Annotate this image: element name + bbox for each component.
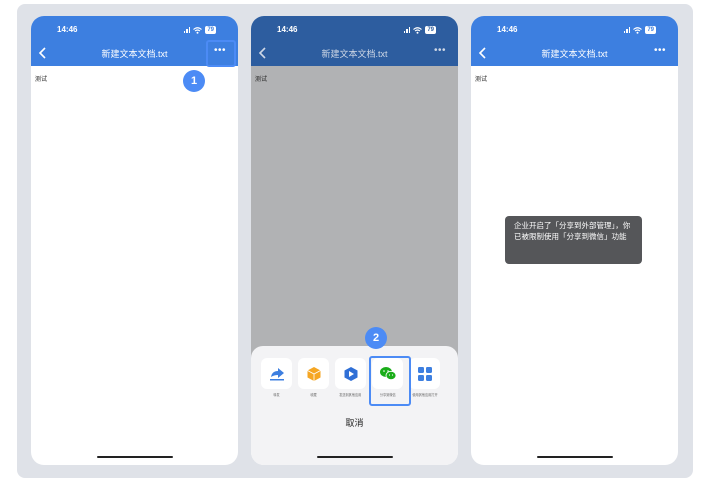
dim-overlay[interactable] <box>251 66 458 366</box>
step-badge-1: 1 <box>183 70 205 92</box>
document-content: 测试 <box>35 77 48 83</box>
collect-icon <box>298 358 329 389</box>
phone-screen-1: 14:46 79 新建文本文档.txt ••• 测试 <box>31 16 238 465</box>
wifi-icon <box>413 26 423 34</box>
battery-icon: 79 <box>645 26 656 34</box>
status-time: 14:46 <box>497 25 518 34</box>
highlight-wechat-option <box>369 356 411 406</box>
share-option-collect[interactable]: 收藏 <box>298 358 329 398</box>
share-options: 转发 收藏 发送到其他应用 分享到微信 使用其他应用打开 <box>261 358 440 398</box>
share-option-open-with[interactable]: 使用其他应用打开 <box>409 358 440 398</box>
share-option-label: 使用其他应用打开 <box>411 393 438 397</box>
wifi-icon <box>633 26 643 34</box>
status-time: 14:46 <box>57 25 78 34</box>
battery-icon: 79 <box>205 26 216 34</box>
signal-icon <box>623 27 631 33</box>
highlight-more-button <box>206 40 236 67</box>
share-option-other-app[interactable]: 发送到其他应用 <box>335 358 366 398</box>
share-sheet: 转发 收藏 发送到其他应用 分享到微信 使用其他应用打开 取消 <box>251 346 458 465</box>
document-title: 新建文本文档.txt <box>541 49 608 59</box>
share-option-label: 转发 <box>273 393 280 397</box>
forward-icon <box>261 358 292 389</box>
share-option-forward[interactable]: 转发 <box>261 358 292 398</box>
app-icon <box>335 358 366 389</box>
signal-icon <box>403 27 411 33</box>
signal-icon <box>183 27 191 33</box>
document-content: 测试 <box>475 77 488 83</box>
status-icons: 79 <box>183 25 216 35</box>
home-indicator <box>317 456 393 458</box>
document-title: 新建文本文档.txt <box>321 49 388 59</box>
share-option-label: 收藏 <box>310 393 317 397</box>
home-indicator <box>537 456 613 458</box>
more-icon[interactable]: ••• <box>652 46 668 58</box>
phone-screen-3: 14:46 79 新建文本文档.txt ••• 测试 企业开启了「分享到外部管理… <box>471 16 678 465</box>
more-icon[interactable]: ••• <box>432 46 448 58</box>
cancel-button[interactable]: 取消 <box>251 416 458 429</box>
header-bar: 14:46 79 新建文本文档.txt ••• <box>471 16 678 66</box>
share-option-label: 发送到其他应用 <box>339 393 362 397</box>
wifi-icon <box>193 26 203 34</box>
battery-icon: 79 <box>425 26 436 34</box>
document-content: 测试 <box>255 77 268 83</box>
status-icons: 79 <box>403 25 436 35</box>
phone-screen-2: 14:46 79 新建文本文档.txt ••• 测试 转发 收藏 发送到其他应用… <box>251 16 458 465</box>
restriction-toast: 企业开启了「分享到外部管理」，你已被限制使用「分享到微信」功能 <box>505 216 642 264</box>
home-indicator <box>97 456 173 458</box>
step-badge-2: 2 <box>365 327 387 349</box>
status-icons: 79 <box>623 25 656 35</box>
header-bar: 14:46 79 新建文本文档.txt ••• <box>251 16 458 66</box>
grid-icon <box>409 358 440 389</box>
status-time: 14:46 <box>277 25 298 34</box>
